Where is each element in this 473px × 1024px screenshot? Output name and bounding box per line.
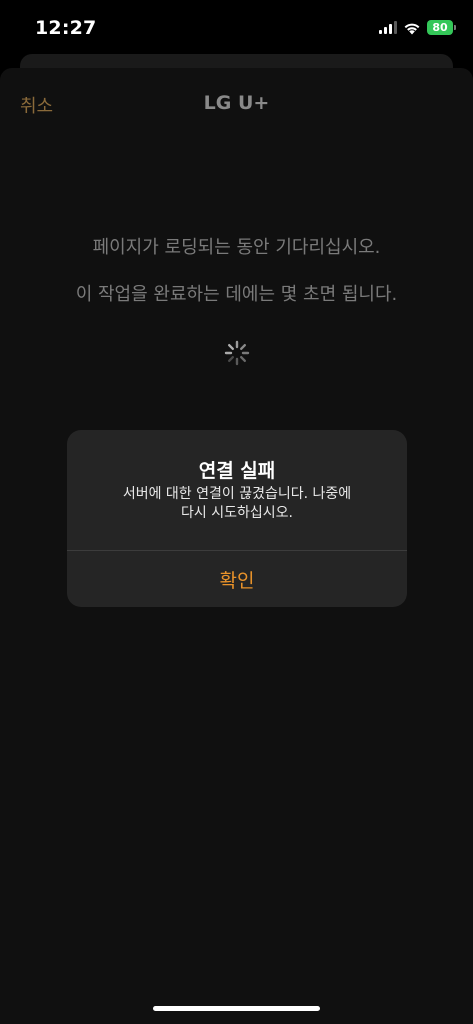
status-time: 12:27 <box>35 17 97 39</box>
screen: 12:27 80 LG U+ 취소 페이지가 로딩되는 동안 기다리십시오. 이… <box>0 0 473 1024</box>
alert-message-line1: 서버에 대한 연결이 끊겼습니다. 나중에 <box>122 486 352 502</box>
alert-title: 연결 실패 <box>198 460 276 482</box>
battery-level: 80 <box>432 21 448 34</box>
cancel-button[interactable]: 취소 <box>20 92 53 118</box>
status-icons: 80 <box>379 20 456 35</box>
loading-spinner-icon <box>224 340 250 366</box>
alert-message: 서버에 대한 연결이 끊겼습니다. 나중에 다시 시도하십시오. <box>97 485 377 523</box>
home-indicator[interactable] <box>153 1006 320 1011</box>
battery-icon: 80 <box>427 20 456 35</box>
confirm-button[interactable]: 확인 <box>67 551 407 607</box>
nav-title: LG U+ <box>203 92 270 114</box>
connection-failed-alert: 연결 실패 서버에 대한 연결이 끊겼습니다. 나중에 다시 시도하십시오. 확… <box>67 430 407 607</box>
wifi-icon <box>404 23 420 34</box>
alert-message-line2: 다시 시도하십시오. <box>181 505 293 521</box>
status-bar: 12:27 80 <box>0 0 473 58</box>
cellular-signal-icon <box>379 21 397 34</box>
loading-message: 페이지가 로딩되는 동안 기다리십시오. <box>92 237 381 258</box>
loading-submessage: 이 작업을 완료하는 데에는 몇 초면 됩니다. <box>75 284 398 305</box>
